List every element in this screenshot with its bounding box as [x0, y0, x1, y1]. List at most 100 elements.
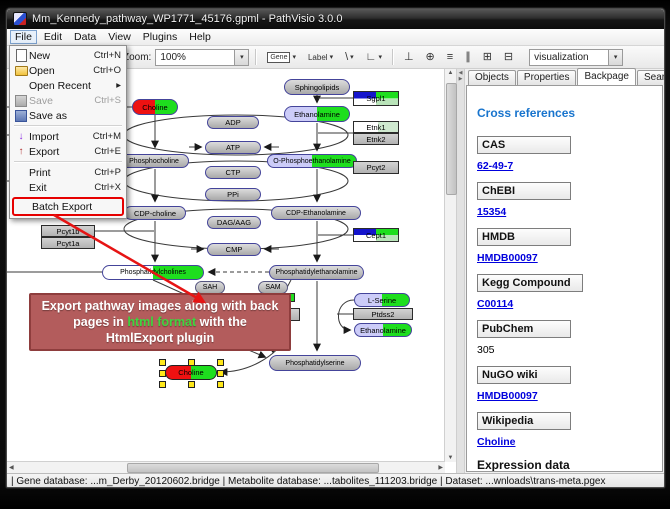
node-cmp[interactable]: CMP [207, 243, 261, 256]
xref-source-name: PubChem [477, 320, 571, 338]
node-phosphocholine[interactable]: Phosphocholine [119, 154, 189, 168]
horizontal-scroll-thumb[interactable] [127, 463, 379, 473]
menu-item-open[interactable]: OpenCtrl+O [11, 63, 125, 78]
pathvisio-window: Mm_Kennedy_pathway_WP1771_45176.gpml - P… [6, 8, 665, 488]
align-center-button[interactable]: ⊥ [400, 50, 418, 65]
menu-item-open-recent[interactable]: Open Recent▸ [11, 78, 125, 93]
node-gene-pcyt1b[interactable]: Pcyt1b [41, 225, 95, 237]
scroll-up-icon[interactable]: ▲ [446, 69, 456, 77]
title-bar[interactable]: Mm_Kennedy_pathway_WP1771_45176.gpml - P… [7, 9, 664, 29]
node-phosphatidylserine[interactable]: Phosphatidylserine [269, 355, 361, 371]
node-gene-cept1[interactable]: Cept1 [353, 228, 399, 242]
node-ppi[interactable]: PPi [205, 188, 261, 201]
xref-link[interactable]: 62-49-7 [477, 160, 652, 172]
selection-handle[interactable] [159, 381, 166, 388]
selection-handle[interactable] [159, 359, 166, 366]
visualization-combobox[interactable]: visualization ▾ [529, 49, 623, 66]
backpage-panel[interactable]: Cross references CAS 62-49-7 ChEBI 15354… [466, 85, 663, 472]
label-tool-icon: Label [308, 53, 328, 62]
menu-help[interactable]: Help [184, 30, 216, 44]
xref-source-name: NuGO wiki [477, 366, 571, 384]
align-anchor-button[interactable]: ⊕ [422, 50, 439, 65]
tab-backpage[interactable]: Backpage [577, 68, 635, 85]
vertical-scroll-thumb[interactable] [446, 83, 457, 195]
node-phosphatidylethanolamine[interactable]: Phosphatidylethanolamine [269, 265, 364, 280]
node-phosphatidylcholines[interactable]: Phosphatidylcholines [102, 265, 204, 280]
common-height-button[interactable]: ⊟ [500, 50, 517, 65]
node-l-serine[interactable]: L-Serine [354, 293, 410, 307]
menu-item-print[interactable]: PrintCtrl+P [11, 165, 125, 180]
horizontal-scrollbar[interactable]: ◀ ▶ [7, 461, 445, 473]
xref-link[interactable]: HMDB00097 [477, 252, 652, 264]
node-gene-pcyt1a[interactable]: Pcyt1a [41, 237, 95, 249]
menu-data[interactable]: Data [69, 30, 101, 44]
node-gene-etnk2[interactable]: Etnk2 [353, 133, 399, 145]
stack-vertical-button[interactable]: ∥ [461, 50, 475, 65]
scroll-down-icon[interactable]: ▼ [446, 454, 456, 462]
selection-handle[interactable] [217, 370, 224, 377]
node-choline-selected[interactable]: Choline [165, 365, 217, 380]
tab-objects[interactable]: Objects [468, 70, 516, 85]
menu-edit[interactable]: Edit [39, 30, 67, 44]
common-width-button[interactable]: ⊞ [479, 50, 496, 65]
xref-link[interactable]: C00114 [477, 298, 652, 310]
node-atp[interactable]: ATP [205, 141, 261, 154]
node-sphingolipids[interactable]: Sphingolipids [284, 79, 350, 95]
export-icon: ↑ [13, 146, 29, 157]
node-dag-aag[interactable]: DAG/AAG [207, 216, 261, 229]
panel-splitter[interactable]: ◀ ▶ [456, 69, 465, 473]
node-ethanolamine-bottom[interactable]: Ethanolamine [354, 323, 412, 337]
selection-handle[interactable] [188, 381, 195, 388]
import-icon: ↓ [13, 131, 29, 142]
selection-handle[interactable] [188, 359, 195, 366]
gene-tool-icon: Gene [267, 52, 290, 63]
zoom-dropdown-icon[interactable]: ▾ [234, 50, 248, 65]
node-choline[interactable]: Choline [132, 99, 178, 115]
menu-item-exit[interactable]: ExitCtrl+X [11, 180, 125, 195]
menu-file[interactable]: File [10, 30, 37, 44]
node-gene-ptdss2[interactable]: Ptdss2 [353, 308, 413, 320]
common-height-icon: ⊟ [504, 52, 513, 63]
menu-plugins[interactable]: Plugins [138, 30, 182, 44]
menu-item-save-as[interactable]: Save as [11, 108, 125, 123]
node-ctp[interactable]: CTP [205, 166, 261, 179]
menu-view[interactable]: View [103, 30, 136, 44]
node-cdp-choline[interactable]: CDP-choline [124, 206, 186, 220]
scroll-right-icon[interactable]: ▶ [436, 463, 445, 472]
menu-item-new[interactable]: NewCtrl+N [11, 48, 125, 63]
menu-item-export[interactable]: ↑ ExportCtrl+E [11, 144, 125, 159]
node-gene-etnk1[interactable]: Etnk1 [353, 121, 399, 133]
tab-search[interactable]: Search [637, 70, 665, 85]
scroll-left-icon[interactable]: ◀ [7, 463, 16, 472]
xref-link[interactable]: HMDB00097 [477, 390, 652, 402]
visualization-dropdown-icon[interactable]: ▾ [608, 50, 622, 65]
vertical-scrollbar[interactable]: ▲ ▼ [444, 69, 456, 462]
line-tool-button[interactable]: \ ▾ [341, 50, 358, 65]
tab-properties[interactable]: Properties [517, 70, 577, 85]
node-cdp-ethanolamine[interactable]: CDP-Ethanolamine [271, 206, 361, 220]
status-bar: | Gene database: ...m_Derby_20120602.bri… [7, 473, 664, 488]
connector-tool-button[interactable]: ∟ ▾ [362, 50, 386, 65]
selection-handle[interactable] [217, 381, 224, 388]
xref-link[interactable]: Choline [477, 436, 652, 448]
node-ethanolamine[interactable]: Ethanolamine [284, 106, 350, 122]
save-icon [13, 95, 29, 107]
chevron-down-icon: ▾ [292, 53, 296, 61]
gene-tool-button[interactable]: Gene ▾ [263, 50, 300, 65]
side-panel-tabs: Objects Properties Backpage Search Legen… [465, 69, 664, 85]
node-gene-sgpl1[interactable]: Sgpl1 [353, 91, 399, 106]
selection-handle[interactable] [217, 359, 224, 366]
node-adp[interactable]: ADP [207, 116, 259, 129]
menu-item-batch-export[interactable]: Batch Export [12, 197, 124, 216]
zoom-combobox[interactable]: 100% ▾ [155, 49, 249, 66]
stack-horizontal-icon: ≡ [447, 52, 453, 63]
node-o-phosphoethanolamine[interactable]: O-Phosphoethanolamine [267, 154, 357, 168]
menu-item-save[interactable]: SaveCtrl+S [11, 93, 125, 108]
selection-handle[interactable] [159, 370, 166, 377]
label-tool-button[interactable]: Label ▾ [304, 51, 337, 64]
menu-item-import[interactable]: ↓ ImportCtrl+M [11, 129, 125, 144]
xref-link[interactable]: 15354 [477, 206, 652, 218]
stack-horizontal-button[interactable]: ≡ [443, 50, 457, 65]
splitter-expand-icon[interactable]: ▶ [459, 77, 463, 82]
node-gene-pcyt2[interactable]: Pcyt2 [353, 161, 399, 174]
